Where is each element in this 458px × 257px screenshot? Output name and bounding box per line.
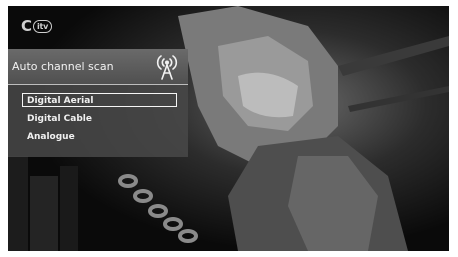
- logo-letter: C: [21, 17, 33, 35]
- menu-title: Auto channel scan: [12, 60, 114, 73]
- antenna-icon: [156, 55, 178, 80]
- menu-item-digital-aerial[interactable]: Digital Aerial: [22, 93, 177, 107]
- menu-header: Auto channel scan: [8, 49, 188, 84]
- tv-screen: C itv Auto channel scan Digital Aerial D…: [8, 6, 449, 251]
- menu-item-digital-cable[interactable]: Digital Cable: [22, 111, 177, 125]
- menu-item-analogue[interactable]: Analogue: [22, 129, 177, 143]
- channel-logo: C itv: [21, 17, 53, 35]
- scan-menu-panel: Auto channel scan Digital Aerial Digital…: [8, 49, 188, 157]
- menu-list: Digital Aerial Digital Cable Analogue: [22, 93, 177, 147]
- menu-divider: [8, 84, 188, 85]
- logo-badge: itv: [33, 20, 53, 33]
